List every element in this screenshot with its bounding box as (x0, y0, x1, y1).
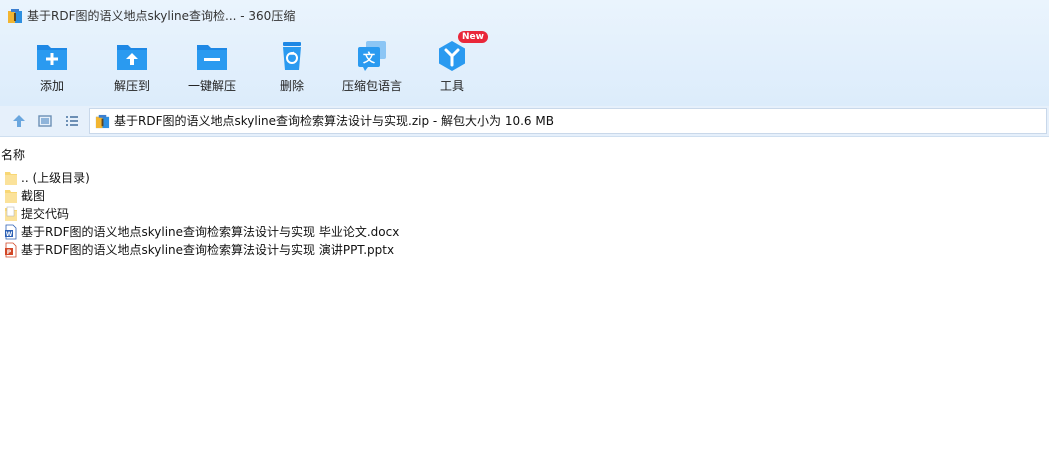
archive-icon (8, 9, 22, 23)
list-item-parent[interactable]: .. (上级目录) (0, 169, 1049, 187)
language-button[interactable]: 文 压缩包语言 (332, 36, 412, 100)
quick-extract-label: 一键解压 (187, 79, 236, 93)
language-label: 压缩包语言 (341, 79, 402, 93)
list-view-icon[interactable] (64, 113, 80, 129)
word-document-icon: W (5, 224, 17, 240)
extract-to-icon (117, 45, 147, 70)
add-icon (37, 45, 67, 70)
svg-text:文: 文 (363, 50, 376, 65)
new-badge: New (458, 31, 488, 43)
quick-extract-button[interactable]: 一键解压 (172, 36, 252, 100)
extract-to-button[interactable]: 解压到 (92, 36, 172, 100)
quick-extract-icon (197, 45, 227, 70)
column-name-label: 名称 (1, 148, 26, 162)
add-button[interactable]: 添加 (12, 36, 92, 100)
svg-text:W: W (6, 231, 13, 238)
folder-icon (5, 172, 17, 185)
add-label: 添加 (39, 79, 64, 93)
list-item[interactable]: P 基于RDF图的语义地点skyline查询检索算法设计与实现 演讲PPT.pp… (0, 241, 1049, 259)
app-window: 基于RDF图的语义地点skyline查询检... - 360压缩 添加 解压到 (0, 0, 1049, 466)
path-field[interactable]: 基于RDF图的语义地点skyline查询检索算法设计与实现.zip - 解包大小… (89, 108, 1047, 134)
tools-button[interactable]: New 工具 (412, 31, 492, 100)
file-name: 基于RDF图的语义地点skyline查询检索算法设计与实现 演讲PPT.pptx (21, 243, 395, 257)
delete-icon (283, 42, 301, 70)
path-text: 基于RDF图的语义地点skyline查询检索算法设计与实现.zip - 解包大小… (114, 114, 554, 128)
tools-icon (439, 41, 465, 71)
powerpoint-document-icon: P (5, 242, 17, 258)
file-name: 截图 (21, 189, 46, 203)
title-bar: 基于RDF图的语义地点skyline查询检... - 360压缩 (0, 0, 1049, 32)
tools-label: 工具 (439, 79, 464, 93)
window-title: 基于RDF图的语义地点skyline查询检... - 360压缩 (27, 9, 296, 23)
folder-file-icon (5, 206, 17, 221)
list-item[interactable]: 提交代码 (0, 205, 1049, 223)
file-name: .. (上级目录) (21, 171, 90, 185)
language-icon: 文 (358, 41, 386, 71)
delete-button[interactable]: 删除 (252, 36, 332, 100)
thumbnail-view-icon[interactable] (37, 113, 53, 129)
svg-text:P: P (7, 249, 12, 256)
file-name: 基于RDF图的语义地点skyline查询检索算法设计与实现 毕业论文.docx (21, 225, 400, 239)
list-item[interactable]: W 基于RDF图的语义地点skyline查询检索算法设计与实现 毕业论文.doc… (0, 223, 1049, 241)
up-arrow-icon[interactable] (11, 113, 27, 129)
archive-icon (95, 114, 110, 129)
folder-icon (5, 190, 17, 203)
address-bar: 基于RDF图的语义地点skyline查询检索算法设计与实现.zip - 解包大小… (0, 106, 1049, 137)
column-header[interactable]: 名称 (0, 143, 1049, 165)
extract-to-label: 解压到 (113, 79, 150, 93)
list-item[interactable]: 截图 (0, 187, 1049, 205)
file-list: .. (上级目录) 截图 提交代码 W 基于RDF图的语义地点skyline查询… (0, 169, 1049, 259)
file-name: 提交代码 (21, 207, 70, 221)
delete-label: 删除 (279, 79, 304, 93)
toolbar: 添加 解压到 一键解压 删除 文 压缩包语言 New 工具 (0, 31, 1049, 100)
